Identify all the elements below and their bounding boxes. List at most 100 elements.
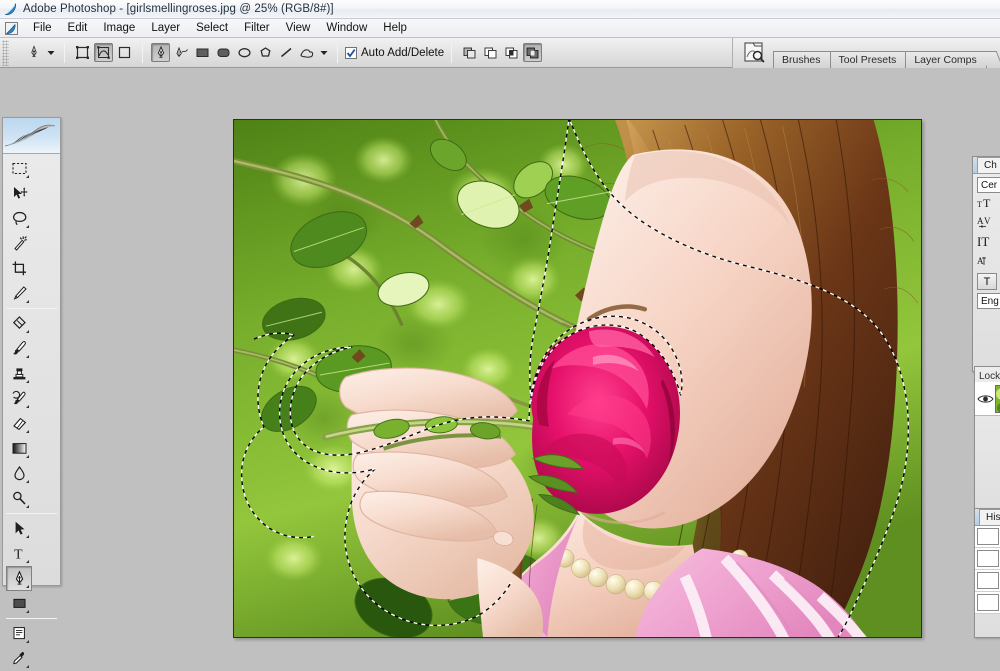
image-canvas[interactable] [234, 120, 921, 637]
toolbox-header[interactable] [3, 118, 60, 154]
auto-add-delete-label: Auto Add/Delete [361, 46, 445, 59]
tool-preset-picker[interactable] [23, 42, 45, 64]
palette-tab-brushes[interactable]: Brushes [773, 51, 831, 68]
character-style-row: T [977, 273, 1000, 290]
palette-well: Brushes Tool Presets Layer Comps [732, 38, 1000, 68]
menu-filter[interactable]: Filter [236, 20, 278, 36]
kerning-row: A V [977, 215, 1000, 231]
menu-select[interactable]: Select [188, 20, 236, 36]
gradient-tool[interactable] [6, 436, 32, 461]
subtract-from-path-button[interactable] [481, 43, 500, 62]
list-item[interactable] [975, 592, 1000, 614]
clone-stamp-tool[interactable] [6, 361, 32, 386]
paintbrush-tool[interactable] [6, 336, 32, 361]
font-family-field[interactable]: Cer [977, 177, 1000, 193]
state-thumbnail [977, 550, 999, 567]
shape-layers-button[interactable] [73, 43, 92, 62]
state-thumbnail [977, 528, 999, 545]
menu-bar: File Edit Image Layer Select Filter View… [0, 19, 1000, 38]
auto-add-delete-option[interactable]: Auto Add/Delete [345, 46, 445, 59]
character-palette-tabs: Ch [973, 157, 1000, 174]
magic-wand-tool[interactable] [6, 231, 32, 256]
rectangle-tool-button[interactable] [193, 43, 212, 62]
document-window-icon[interactable] [4, 21, 19, 36]
type-tool[interactable]: T [6, 541, 32, 566]
character-palette[interactable]: Ch Cer T T A V IT A T Eng [972, 156, 1000, 372]
add-to-path-button[interactable] [460, 43, 479, 62]
font-size-row: T T [977, 196, 1000, 212]
path-selection-tool[interactable] [6, 516, 32, 541]
toolbox-palette: T [2, 117, 61, 668]
layer-thumbnail [995, 384, 1000, 413]
freeform-pen-button[interactable] [172, 43, 191, 62]
pen-tool[interactable] [6, 566, 32, 591]
layers-lock-row: Lock: [975, 367, 1000, 382]
healing-brush-tool[interactable] [6, 311, 32, 336]
lasso-tool[interactable] [6, 206, 32, 231]
palette-tab-layer-comps[interactable]: Layer Comps [905, 51, 987, 68]
menu-view[interactable]: View [278, 20, 319, 36]
tool-preset-chevron-down-icon[interactable] [45, 50, 57, 56]
tab-history[interactable]: His [979, 509, 1000, 525]
eye-icon[interactable] [975, 393, 995, 405]
eraser-tool[interactable] [6, 411, 32, 436]
rectangular-marquee-tool[interactable] [6, 156, 32, 181]
menu-layer[interactable]: Layer [143, 20, 188, 36]
svg-text:T: T [983, 196, 991, 209]
move-tool[interactable] [6, 181, 32, 206]
kerning-icon: A V [977, 215, 995, 231]
auto-add-delete-checkbox[interactable] [345, 46, 357, 59]
menu-edit[interactable]: Edit [60, 20, 96, 36]
svg-text:A: A [977, 216, 984, 226]
options-bar-grip[interactable] [2, 39, 9, 66]
options-separator [142, 42, 143, 63]
fill-pixels-button[interactable] [115, 43, 134, 62]
custom-shape-tool-button[interactable] [298, 43, 317, 62]
dodge-tool[interactable] [6, 486, 32, 511]
line-tool-button[interactable] [277, 43, 296, 62]
tab-character[interactable]: Ch [977, 157, 1000, 173]
blur-tool[interactable] [6, 461, 32, 486]
image-document-window[interactable] [233, 119, 922, 638]
svg-text:T: T [14, 548, 23, 562]
eyedropper-tool[interactable] [6, 646, 32, 671]
state-thumbnail [977, 594, 999, 611]
layers-palette[interactable]: Lock: [974, 366, 1000, 528]
exclude-overlapping-path-button[interactable] [523, 43, 543, 62]
rectangle-shape-tool[interactable] [6, 591, 32, 616]
rounded-rectangle-tool-button[interactable] [214, 43, 233, 62]
geometry-options-chevron-down-icon[interactable] [318, 50, 330, 56]
list-item[interactable] [975, 526, 1000, 548]
notes-tool[interactable] [6, 621, 32, 646]
list-item[interactable] [975, 570, 1000, 592]
menu-file[interactable]: File [25, 20, 60, 36]
state-thumbnail [977, 572, 999, 589]
slice-tool[interactable] [6, 281, 32, 306]
polygon-tool-button[interactable] [256, 43, 275, 62]
paths-button[interactable] [94, 43, 113, 62]
workspace-background: T Ch Cer T T A V IT A T Eng Lock His [0, 68, 1000, 671]
pen-tool-button[interactable] [151, 43, 170, 62]
table-row[interactable] [975, 382, 1000, 416]
lock-label: Lock: [979, 371, 1000, 382]
crop-tool[interactable] [6, 256, 32, 281]
toolbox-tool-grid: T [3, 154, 60, 671]
options-separator [337, 42, 338, 63]
menu-image[interactable]: Image [95, 20, 143, 36]
options-separator [64, 42, 65, 63]
menu-help[interactable]: Help [375, 20, 415, 36]
font-size-icon: T T [977, 196, 995, 212]
language-field[interactable]: Eng [977, 293, 1000, 309]
palette-tab-tool-presets[interactable]: Tool Presets [829, 51, 907, 68]
faux-bold-button[interactable]: T [977, 273, 997, 290]
history-palette[interactable]: His [974, 508, 1000, 638]
intersect-path-button[interactable] [502, 43, 521, 62]
history-brush-tool[interactable] [6, 386, 32, 411]
ellipse-tool-button[interactable] [235, 43, 254, 62]
file-browser-icon[interactable] [741, 40, 767, 66]
title-bar: Adobe Photoshop - [girlsmellingroses.jpg… [0, 0, 1000, 19]
vertical-scale-row: IT [977, 234, 1000, 251]
list-item[interactable] [975, 548, 1000, 570]
menu-window[interactable]: Window [318, 20, 375, 36]
baseline-shift-icon: A [977, 254, 995, 270]
